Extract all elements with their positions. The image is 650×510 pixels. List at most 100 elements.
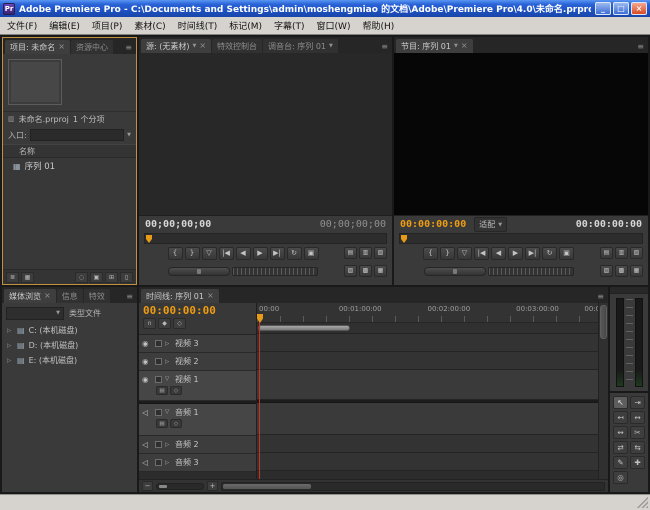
track-lane-video-2[interactable] [257,352,598,370]
collapse-icon[interactable]: ▽ [165,376,172,382]
razor-tool-button[interactable]: ✂ [630,426,645,439]
zoom-slider[interactable] [156,483,204,490]
playhead-line[interactable] [259,322,260,479]
jog-wheel[interactable] [232,267,318,276]
panel-menu-icon[interactable]: ≡ [595,292,606,301]
track-lane-audio-1[interactable] [257,403,598,435]
lock-toggle[interactable] [155,340,162,347]
scrollbar-thumb[interactable] [600,305,607,339]
selection-tool-button[interactable]: ↖ [613,396,628,409]
step-forward-button[interactable]: ▶| [525,247,540,260]
snap-button[interactable]: ∩ [143,318,156,329]
collapse-icon[interactable]: ▷ [165,341,172,347]
time-ruler[interactable]: 00:00 00:01:00:00 00:02:00:00 00:03:00:0… [257,303,598,323]
hand-tool-button[interactable]: ✚ [630,456,645,469]
tab-program[interactable]: 节目: 序列 01 ▼ × [396,39,473,53]
track-header-video-2[interactable]: ◉ ▷ 视频 2 [139,353,256,371]
overlay-button[interactable]: ▥ [359,247,372,259]
source-duration-timecode[interactable]: 00;00;00;00 [320,219,386,230]
export-frame-button[interactable]: ▧ [630,247,643,259]
chevron-down-icon[interactable]: ▼ [454,43,458,49]
tab-effect-controls[interactable]: 特效控制台 [212,39,262,53]
drive-item-c[interactable]: ▷ ▤ C: (本机磁盘) [2,323,137,338]
shuttle-slider[interactable] [424,267,486,276]
speaker-icon[interactable]: ◁ [142,440,152,449]
tab-source[interactable]: 源: (无素材) ▼ × [141,39,211,53]
eye-icon[interactable]: ◉ [142,375,152,384]
menu-item-edit[interactable]: 编辑(E) [43,17,86,34]
close-icon[interactable]: × [199,42,206,50]
loop-button[interactable]: ↻ [542,247,557,260]
rate-stretch-tool-button[interactable]: ↭ [613,426,628,439]
zoom-level-dropdown[interactable]: 适配 ▼ [474,217,507,232]
find-button[interactable]: ◌ [75,272,88,283]
monitor-aux-button-3[interactable]: ▦ [374,265,387,277]
collapse-icon[interactable]: ▷ [165,460,172,466]
tab-info[interactable]: 信息 [57,289,83,303]
go-to-in-button[interactable]: |◀ [219,247,234,260]
slide-tool-button[interactable]: ⇆ [630,441,645,454]
step-back-button[interactable]: ◀ [491,247,506,260]
chevron-down-icon[interactable]: ▼ [329,43,333,49]
menu-item-clip[interactable]: 素材(C) [128,17,171,34]
collapse-icon[interactable]: ▷ [165,442,172,448]
monitor-aux-button-3[interactable]: ▦ [630,265,643,277]
set-in-button[interactable]: { [423,247,438,260]
display-style-button[interactable]: ▤ [156,419,168,428]
step-forward-button[interactable]: ▶| [270,247,285,260]
disclosure-icon[interactable]: ▷ [7,343,13,349]
scrollbar-thumb[interactable] [223,484,311,489]
list-item-sequence[interactable]: ▦ 序列 01 [3,158,136,174]
close-icon[interactable]: × [58,43,65,51]
keyframe-icon[interactable]: ◇ [170,419,182,428]
icon-view-button[interactable]: ▦ [21,272,34,283]
close-icon[interactable]: × [461,42,468,50]
jog-wheel[interactable] [488,267,574,276]
ripple-edit-tool-button[interactable]: ↤ [613,411,628,424]
track-header-audio-2[interactable]: ◁ ▷ 音频 2 [139,436,256,454]
lift-button[interactable]: ▤ [600,247,613,259]
menu-item-timeline[interactable]: 时间线(T) [172,17,224,34]
disclosure-icon[interactable]: ▷ [7,328,13,334]
lock-toggle[interactable] [155,441,162,448]
track-lane-video-1[interactable] [257,370,598,400]
new-item-button[interactable]: ⊞ [105,272,118,283]
name-column-header[interactable]: 名称 [3,144,136,158]
menu-item-file[interactable]: 文件(F) [1,17,43,34]
track-lane-audio-2[interactable] [257,435,598,453]
set-in-button[interactable]: { [168,247,183,260]
insert-button[interactable]: ▤ [344,247,357,259]
tab-timeline[interactable]: 时间线: 序列 01 × [141,289,219,303]
zoom-tool-button[interactable]: ◎ [613,471,628,484]
lock-toggle[interactable] [155,409,162,416]
list-view-button[interactable]: ≣ [6,272,19,283]
track-header-audio-1[interactable]: ◁ ▽ 音频 1 ▤ ◇ [139,404,256,436]
trash-button[interactable]: ▯ [120,272,133,283]
collapse-icon[interactable]: ▽ [165,409,172,415]
monitor-aux-button-1[interactable]: ▨ [344,265,357,277]
tab-resource-center[interactable]: 资源中心 [71,40,113,54]
menu-item-marker[interactable]: 标记(M) [223,17,268,34]
panel-menu-icon[interactable]: ≡ [635,42,646,51]
export-frame-button[interactable]: ▧ [374,247,387,259]
work-area-bar[interactable] [258,325,350,331]
tab-project[interactable]: 项目: 未命名 × [5,40,70,54]
chevron-down-icon[interactable]: ▼ [127,132,131,138]
disclosure-icon[interactable]: ▷ [7,358,13,364]
monitor-aux-button-2[interactable]: ▩ [359,265,372,277]
source-scrub-bar[interactable] [144,233,387,244]
menu-item-help[interactable]: 帮助(H) [356,17,400,34]
program-duration-timecode[interactable]: 00:00:00:00 [576,219,642,230]
keyframe-icon[interactable]: ◇ [170,386,182,395]
panel-menu-icon[interactable]: ≡ [124,292,135,301]
tab-effects[interactable]: 特效 [84,289,110,303]
monitor-aux-button-1[interactable]: ▨ [600,265,613,277]
safe-margins-button[interactable]: ▣ [304,247,319,260]
set-marker-button[interactable]: ▽ [457,247,472,260]
speaker-icon[interactable]: ◁ [142,458,152,467]
set-marker-button[interactable]: ◇ [173,318,186,329]
set-out-button[interactable]: } [440,247,455,260]
eye-icon[interactable]: ◉ [142,339,152,348]
find-input[interactable] [30,129,124,141]
loop-button[interactable]: ↻ [287,247,302,260]
